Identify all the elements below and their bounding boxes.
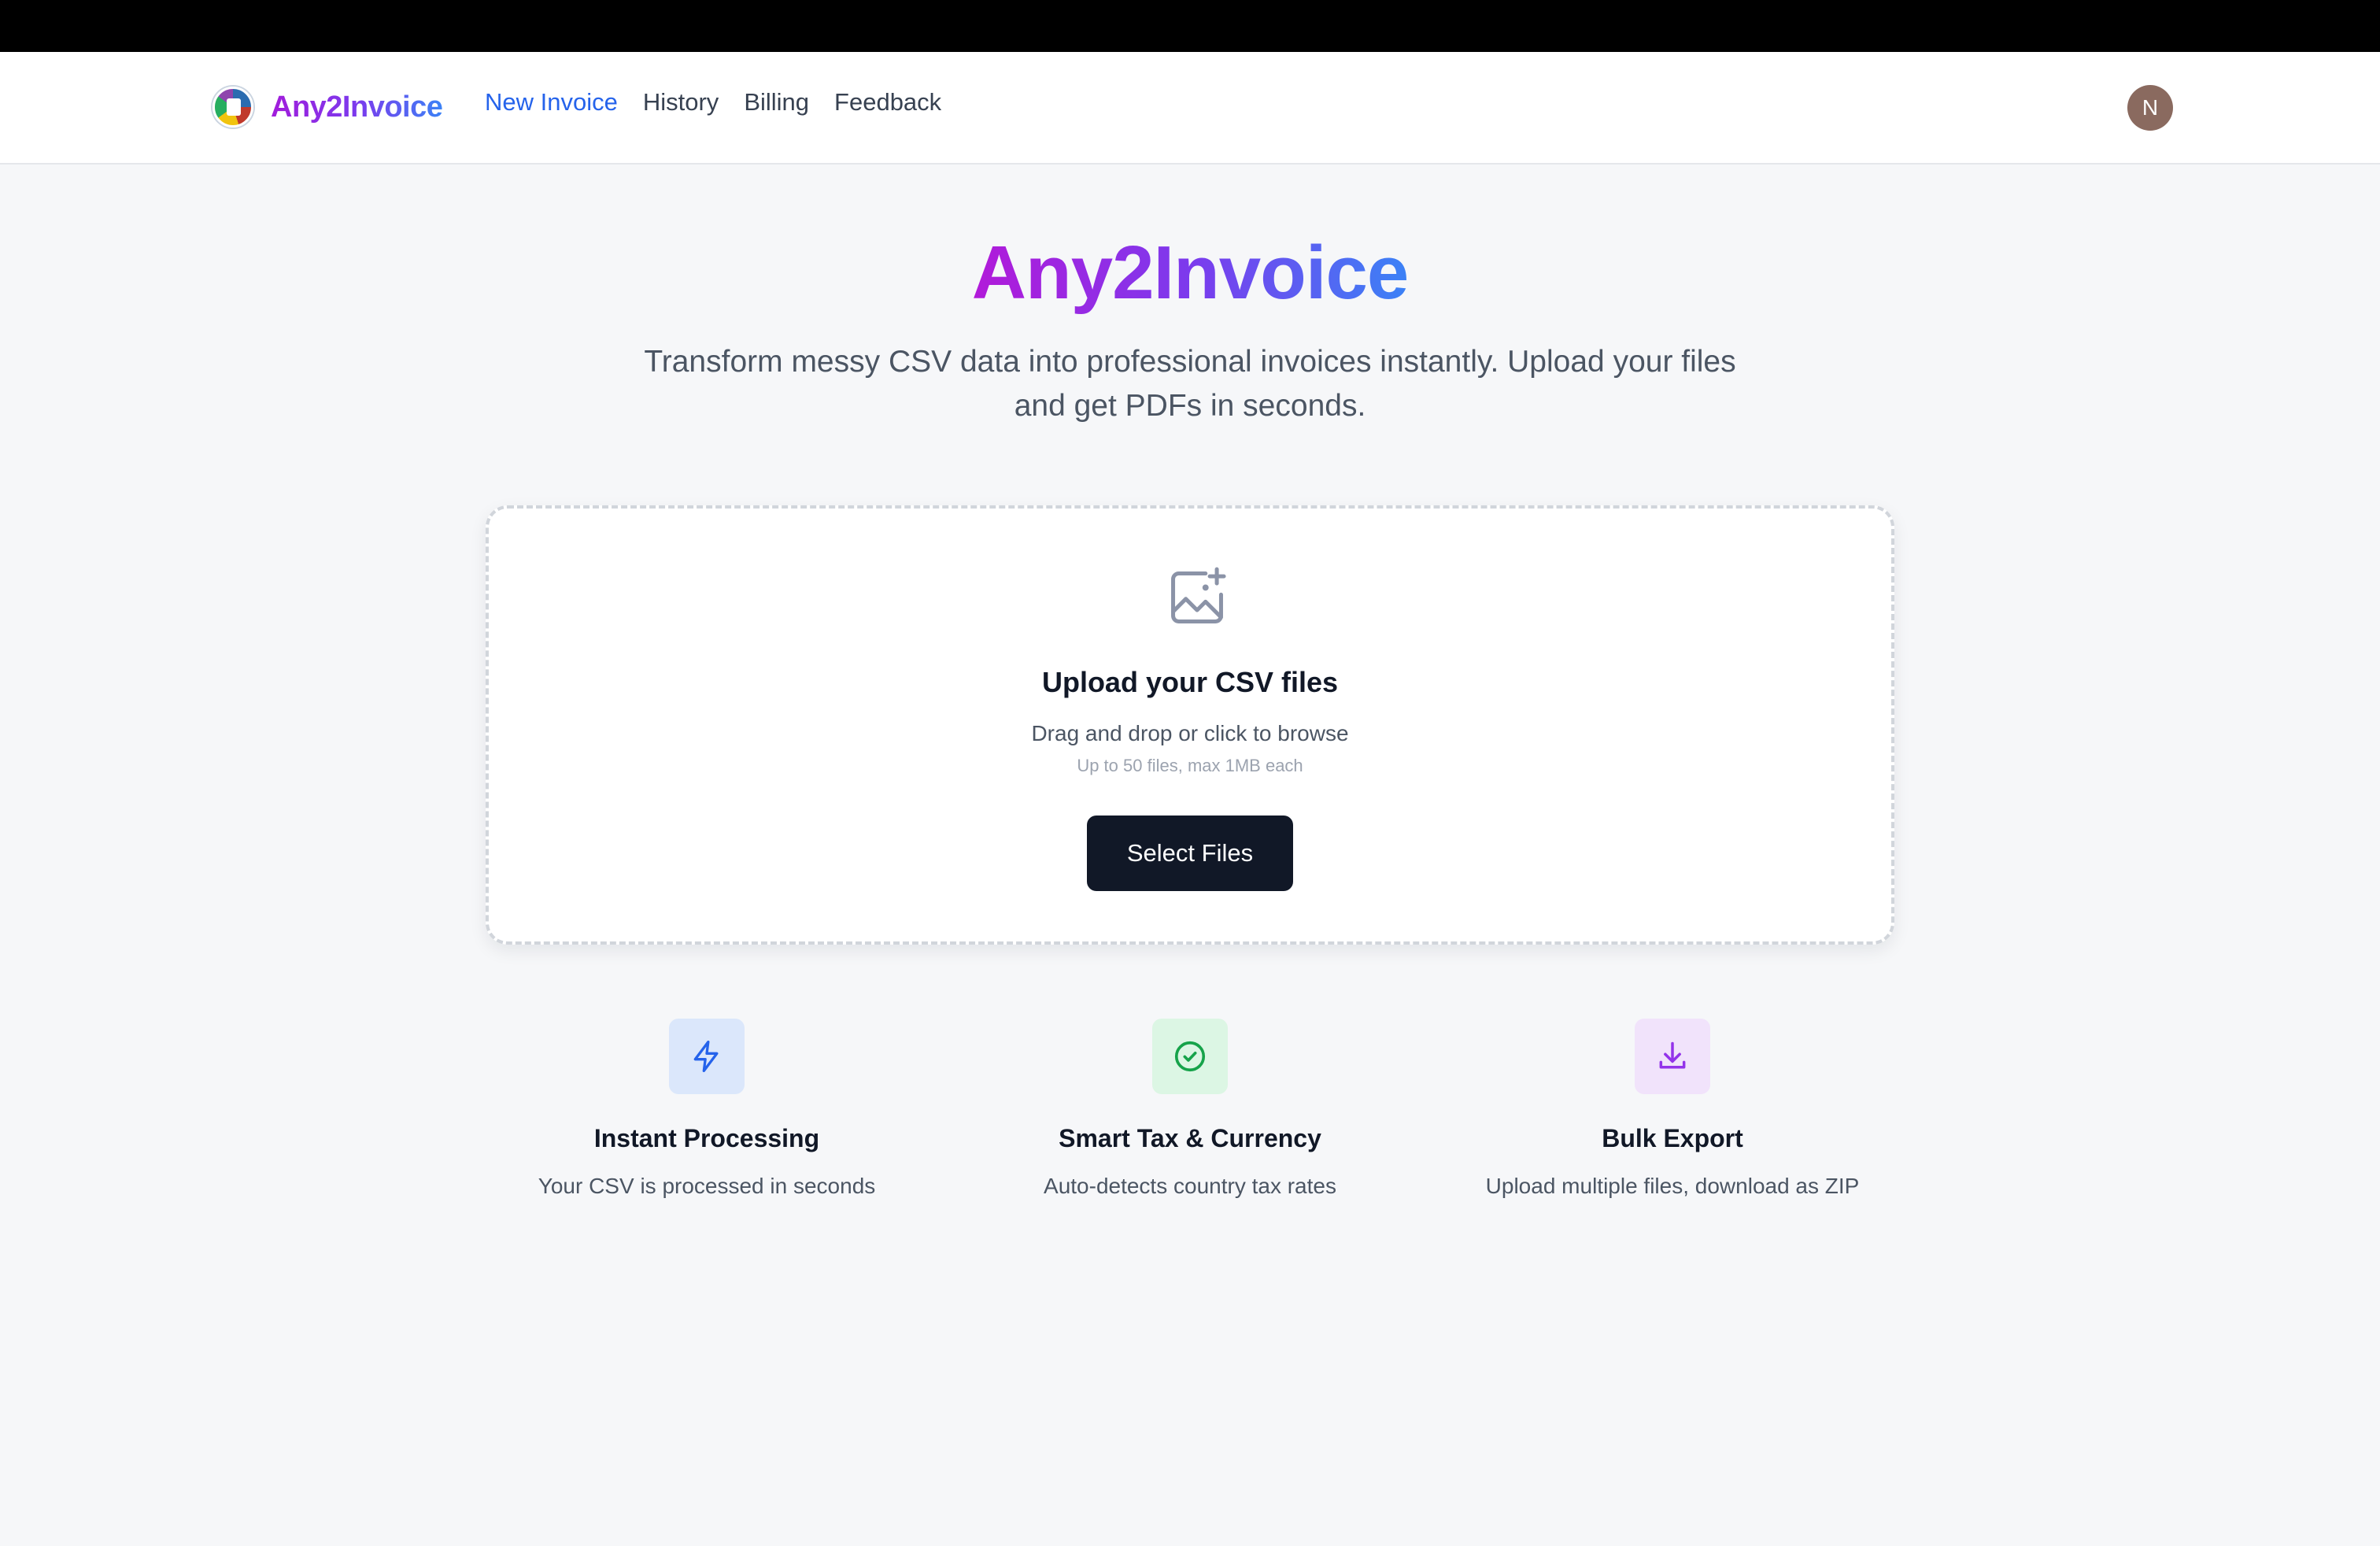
image-plus-icon (1171, 567, 1226, 623)
nav-item-history[interactable]: History (643, 88, 719, 117)
nav-links: New Invoice History Billing Feedback (485, 88, 941, 117)
feature-title: Bulk Export (1602, 1124, 1743, 1152)
brand[interactable]: Any2Invoice (213, 83, 443, 131)
feature-icon-box (1152, 1019, 1228, 1094)
feature-icon-box (669, 1019, 745, 1094)
navbar: Any2Invoice New Invoice History Billing … (0, 52, 2380, 165)
feature-title: Instant Processing (593, 1124, 820, 1152)
feature-instant-processing: Instant Processing Your CSV is processed… (486, 1019, 927, 1199)
page-title: Any2Invoice (0, 230, 2380, 316)
brand-name: Any2Invoice (271, 90, 443, 124)
top-black-bar (0, 0, 2380, 52)
feature-bulk-export: Bulk Export Upload multiple files, downl… (1452, 1019, 1893, 1199)
upload-dropzone[interactable]: Upload your CSV files Drag and drop or c… (486, 505, 1894, 945)
page-subtitle: Transform messy CSV data into profession… (644, 345, 1736, 423)
upload-limit: Up to 50 files, max 1MB each (1077, 756, 1303, 775)
download-icon (1659, 1041, 1686, 1069)
page-title-text: Any2Invoice (971, 231, 1410, 315)
check-circle-icon (1174, 1041, 1206, 1072)
feature-icon-box (1635, 1019, 1710, 1094)
lightning-icon (693, 1041, 719, 1072)
avatar[interactable]: N (2127, 85, 2173, 131)
nav-item-new-invoice[interactable]: New Invoice (485, 88, 618, 117)
nav-item-feedback[interactable]: Feedback (834, 88, 941, 117)
nav-item-billing[interactable]: Billing (744, 88, 809, 117)
feature-description: Your CSV is processed in seconds (538, 1174, 876, 1198)
feature-description: Auto-detects country tax rates (1044, 1174, 1336, 1198)
upload-title: Upload your CSV files (1041, 666, 1339, 698)
upload-description: Drag and drop or click to browse (1031, 721, 1349, 745)
brand-logo-icon (213, 87, 253, 128)
feature-title: Smart Tax & Currency (1059, 1124, 1321, 1152)
feature-description: Upload multiple files, download as ZIP (1485, 1174, 1860, 1198)
select-files-button[interactable]: Select Files (1087, 816, 1293, 891)
feature-smart-tax: Smart Tax & Currency Auto-detects countr… (970, 1019, 1410, 1199)
